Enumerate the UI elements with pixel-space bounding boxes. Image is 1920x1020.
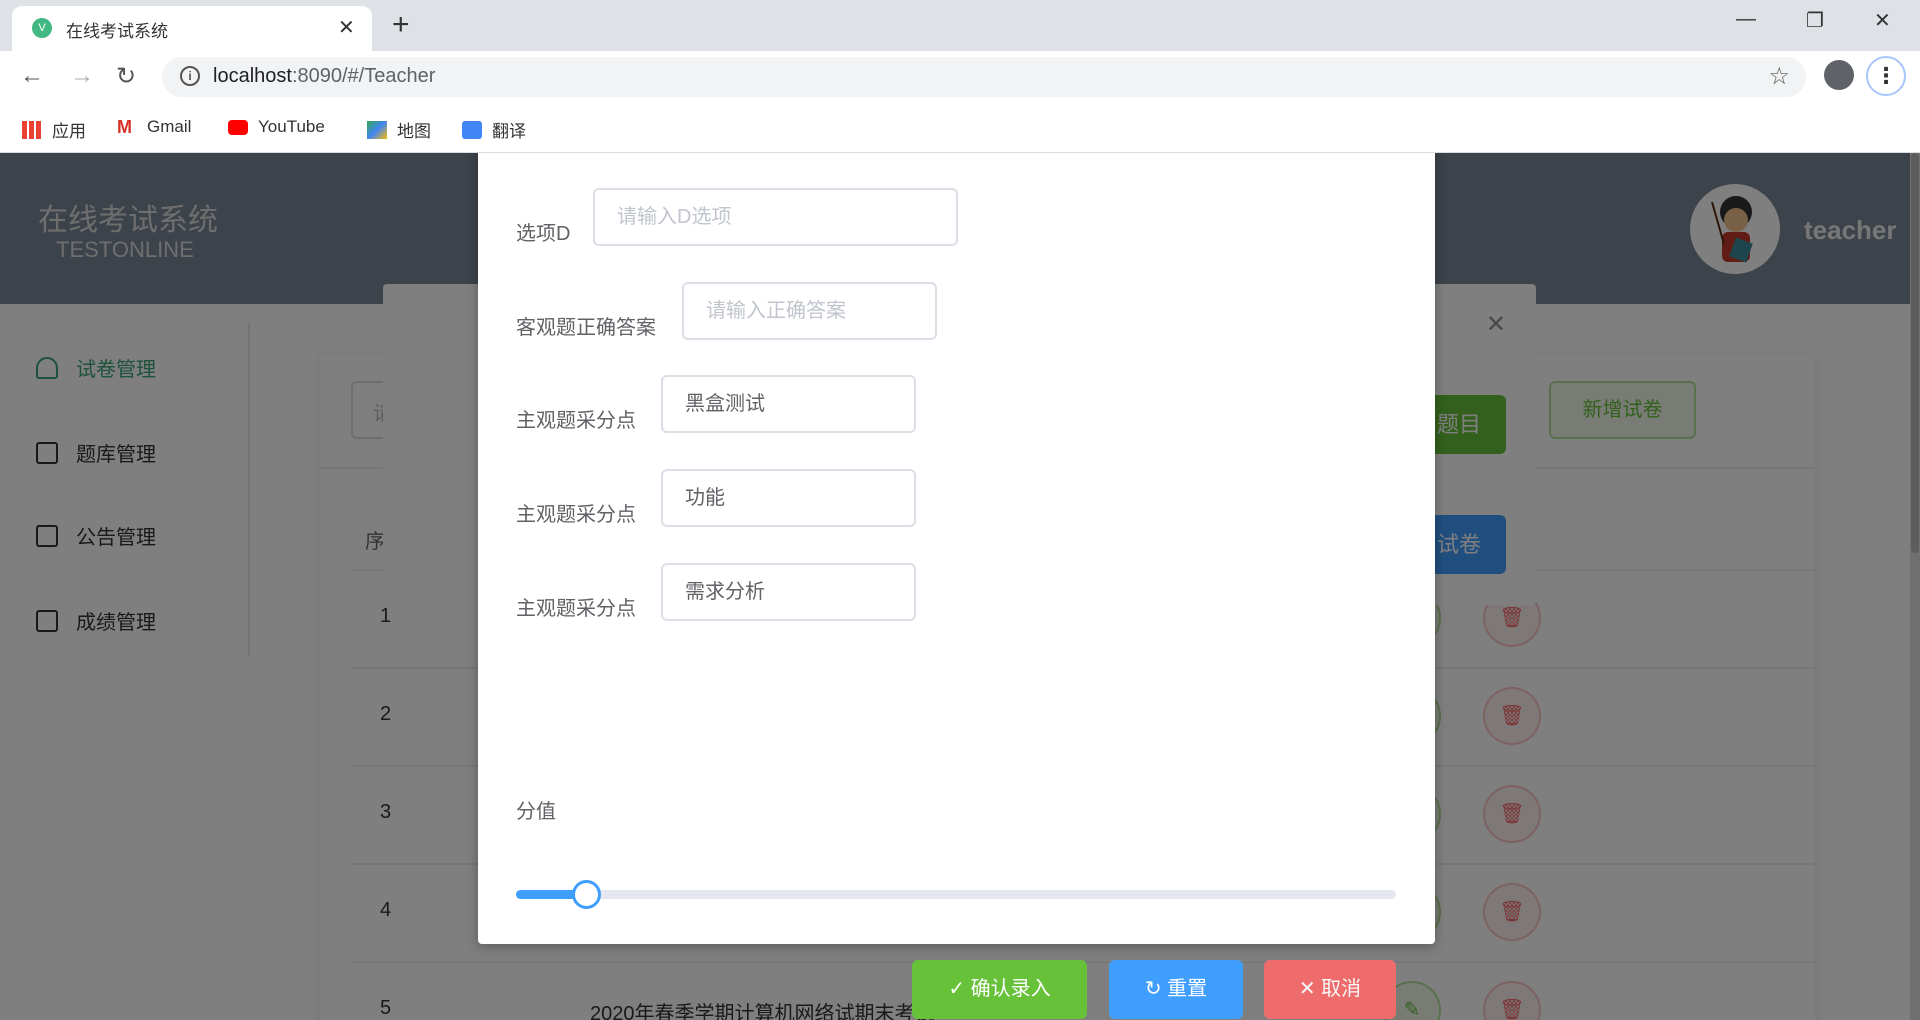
- account-icon[interactable]: [1824, 60, 1854, 90]
- cancel-label: 取消: [1321, 978, 1362, 1000]
- translate-icon: [462, 120, 482, 139]
- answer-label: 客观题正确答案: [516, 317, 656, 339]
- check-icon: ✓: [948, 978, 971, 1000]
- bookmark-star-icon[interactable]: ☆: [1768, 62, 1790, 91]
- close-icon: ✕: [1298, 978, 1322, 1000]
- reset-label: 重置: [1167, 978, 1208, 1000]
- bookmark-label: Gmail: [147, 117, 192, 136]
- url-host: localhost: [213, 65, 292, 87]
- bookmark-translate[interactable]: 翻译: [462, 117, 526, 142]
- score-label: 分值: [516, 801, 556, 823]
- scoring-point-input[interactable]: 功能: [661, 469, 916, 527]
- score-slider[interactable]: [516, 880, 1396, 909]
- gmail-icon: M: [117, 117, 132, 137]
- browser-menu-icon[interactable]: ⋮: [1866, 56, 1906, 96]
- apps-grid-icon: [22, 120, 42, 139]
- maps-icon: [367, 120, 387, 139]
- scoring-point-label: 主观题采分点: [516, 504, 636, 526]
- tab-close-icon[interactable]: ✕: [338, 15, 355, 40]
- url-input[interactable]: i localhost:8090/#/Teacher ☆: [162, 57, 1806, 97]
- minimize-icon[interactable]: —: [1736, 8, 1756, 31]
- window-close-icon[interactable]: ✕: [1874, 8, 1891, 33]
- bookmark-label: 应用: [52, 122, 86, 141]
- bookmark-maps[interactable]: 地图: [367, 117, 431, 142]
- bookmark-label: 翻译: [492, 122, 526, 141]
- info-icon[interactable]: i: [180, 66, 200, 86]
- scoring-point-input[interactable]: 黑盒测试: [661, 375, 916, 433]
- option-d-label: 选项D: [516, 223, 571, 245]
- question-entry-dialog: 选项D 请输入D选项 客观题正确答案 请输入正确答案 主观题采分点 黑盒测试 主…: [478, 153, 1435, 1019]
- address-bar-row: ← → ↻ i localhost:8090/#/Teacher ☆ ⋮: [0, 51, 1920, 103]
- scoring-point-input[interactable]: 需求分析: [661, 563, 916, 621]
- bookmarks-bar: 应用 M Gmail YouTube 地图 翻译: [0, 103, 1920, 153]
- option-d-input[interactable]: 请输入D选项: [593, 188, 958, 246]
- restore-icon[interactable]: ❐: [1806, 8, 1824, 33]
- cancel-button[interactable]: ✕ 取消: [1264, 960, 1396, 1019]
- refresh-icon: ↻: [1144, 978, 1168, 1000]
- bookmark-label: YouTube: [258, 117, 325, 136]
- tab-title: 在线考试系统: [66, 22, 168, 41]
- bookmark-apps[interactable]: 应用: [22, 117, 86, 142]
- browser-tab-bar: V 在线考试系统 ✕ + — ❐ ✕: [0, 0, 1920, 51]
- youtube-icon: [228, 119, 248, 135]
- url-text: localhost:8090/#/Teacher: [213, 65, 435, 88]
- slider-handle[interactable]: [572, 880, 602, 909]
- answer-input[interactable]: 请输入正确答案: [682, 282, 937, 340]
- back-icon[interactable]: ←: [20, 62, 44, 90]
- bookmark-label: 地图: [397, 122, 431, 141]
- url-path: :8090/#/Teacher: [291, 65, 436, 87]
- app-viewport: 在线考试系统 TESTONLINE teacher 试卷管理 题库管理 公告管理…: [0, 153, 1920, 1020]
- confirm-button[interactable]: ✓ 确认录入: [912, 960, 1087, 1019]
- reload-icon[interactable]: ↻: [116, 62, 136, 91]
- scoring-point-label: 主观题采分点: [516, 410, 636, 432]
- confirm-label: 确认录入: [970, 978, 1051, 1000]
- bookmark-youtube[interactable]: YouTube: [228, 117, 325, 137]
- scoring-point-label: 主观题采分点: [516, 598, 636, 620]
- forward-icon[interactable]: →: [70, 62, 94, 90]
- vue-favicon-icon: V: [32, 18, 52, 38]
- browser-tab[interactable]: V 在线考试系统 ✕: [12, 6, 372, 51]
- reset-button[interactable]: ↻ 重置: [1109, 960, 1243, 1019]
- bookmark-gmail[interactable]: M Gmail: [117, 117, 191, 137]
- new-tab-icon[interactable]: +: [392, 8, 410, 42]
